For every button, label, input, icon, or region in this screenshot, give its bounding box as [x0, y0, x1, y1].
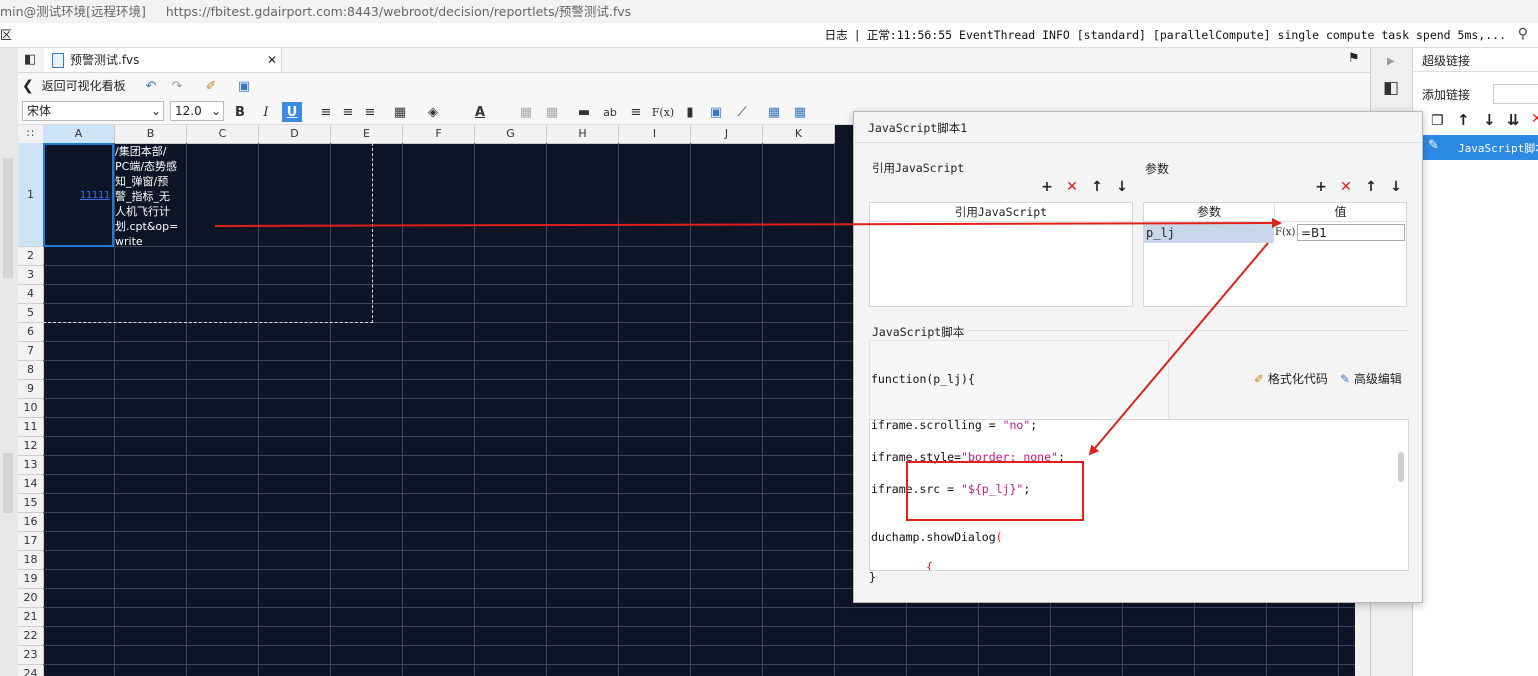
annotation-arrow-2	[1088, 242, 1269, 456]
annotation-box	[906, 461, 1084, 521]
annotation-arrow-1	[214, 218, 1282, 229]
annotation-overlay	[214, 218, 1282, 521]
